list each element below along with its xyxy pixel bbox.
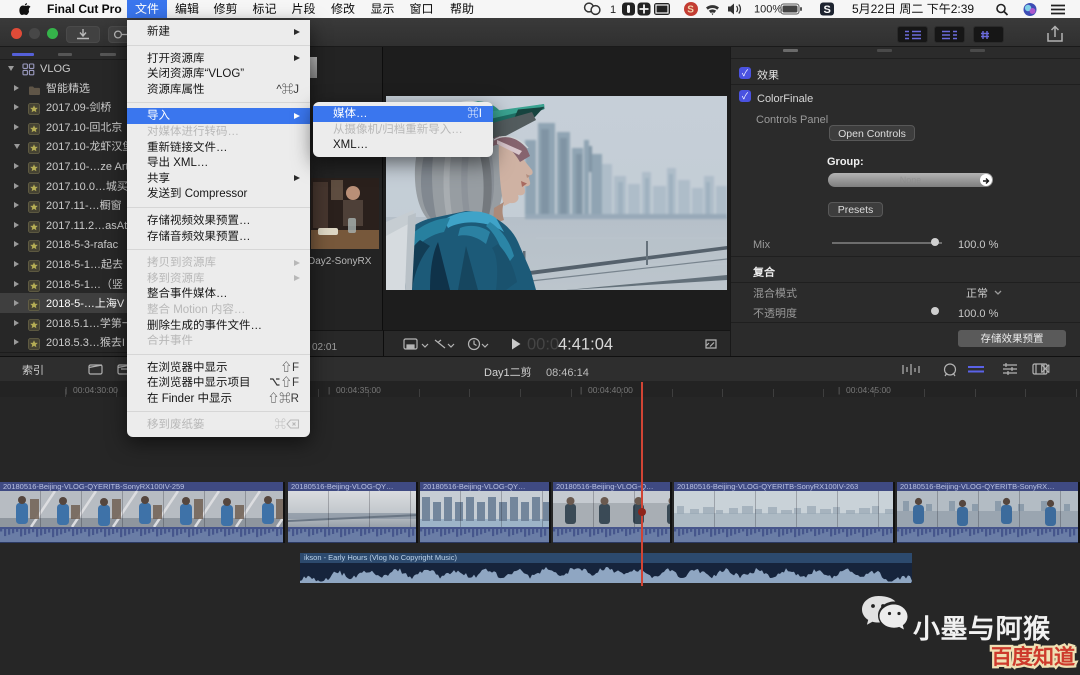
svg-text:S: S [824,1,831,17]
svg-text:100%: 100% [754,1,782,17]
svg-text:4:41:04: 4:41:04 [558,331,613,355]
svg-text:1: 1 [610,1,616,17]
svg-text:00:0: 00:0 [527,331,559,355]
svg-text:S: S [687,1,694,16]
